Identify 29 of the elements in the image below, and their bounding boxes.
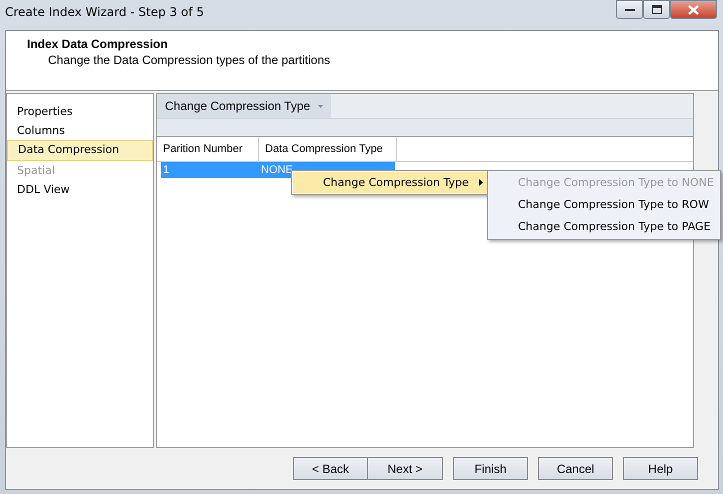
menu-item[interactable]: Change Compression Type [293, 172, 489, 193]
sidebar-item[interactable]: Data Compression [7, 140, 153, 161]
page-description: Change the Data Compression types of the partitions [47, 53, 332, 67]
sidebar-item[interactable]: Properties [7, 102, 153, 121]
submenu-arrow-icon [479, 179, 483, 186]
wizard-button[interactable]: Help [623, 457, 698, 480]
minimize-button[interactable] [616, 0, 643, 19]
caret-icon [318, 104, 324, 108]
sidebar-item[interactable]: DDL View [7, 180, 153, 199]
wizard-button[interactable]: Next > [368, 457, 443, 480]
table-cell-text: NONE [260, 163, 293, 178]
table-cell-text: 1 [162, 163, 170, 178]
maximize-button[interactable] [643, 0, 670, 19]
close-icon [688, 4, 699, 14]
sidebar-item[interactable]: Columns [7, 121, 153, 140]
menu-item[interactable]: Change Compression Type to ROW [488, 194, 720, 216]
page-heading: Index Data Compression [27, 37, 169, 51]
wizard-button[interactable]: Cancel [538, 457, 613, 480]
close-button[interactable] [670, 0, 717, 19]
wizard-button[interactable]: < Back [293, 457, 368, 480]
column-header[interactable]: Data Compression Type [259, 137, 397, 161]
menu-item-label: Change Compression Type [323, 176, 469, 189]
wizard-button[interactable]: Finish [453, 457, 528, 480]
maximize-icon [652, 5, 662, 14]
window-title: Create Index Wizard - Step 3 of 5 [4, 4, 204, 19]
minimize-icon [624, 8, 634, 12]
compression-dropdown[interactable]: Change Compression Type [157, 94, 332, 118]
menu-item[interactable]: Change Compression Type to PAGE [488, 216, 720, 238]
column-header[interactable]: Parition Number [157, 137, 259, 161]
